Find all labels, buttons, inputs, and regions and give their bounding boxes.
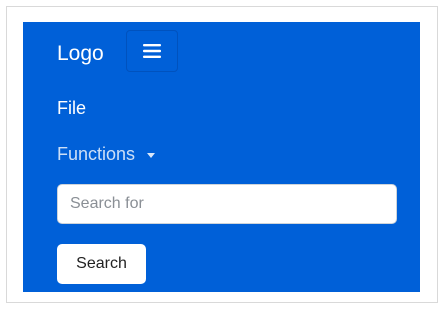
brand-logo[interactable]: Logo (57, 40, 104, 68)
navbar: Logo File Functions Search (23, 22, 420, 292)
nav-item-functions-dropdown[interactable]: Functions (57, 142, 156, 166)
nav-item-file[interactable]: File (57, 96, 86, 120)
caret-down-icon (147, 152, 156, 158)
nav-item-label: Functions (57, 144, 136, 164)
hamburger-menu-icon (143, 44, 161, 58)
navbar-toggler-button[interactable] (126, 30, 178, 72)
nav-item-label: File (57, 98, 87, 118)
search-input[interactable] (57, 184, 397, 224)
search-button[interactable]: Search (57, 244, 146, 284)
